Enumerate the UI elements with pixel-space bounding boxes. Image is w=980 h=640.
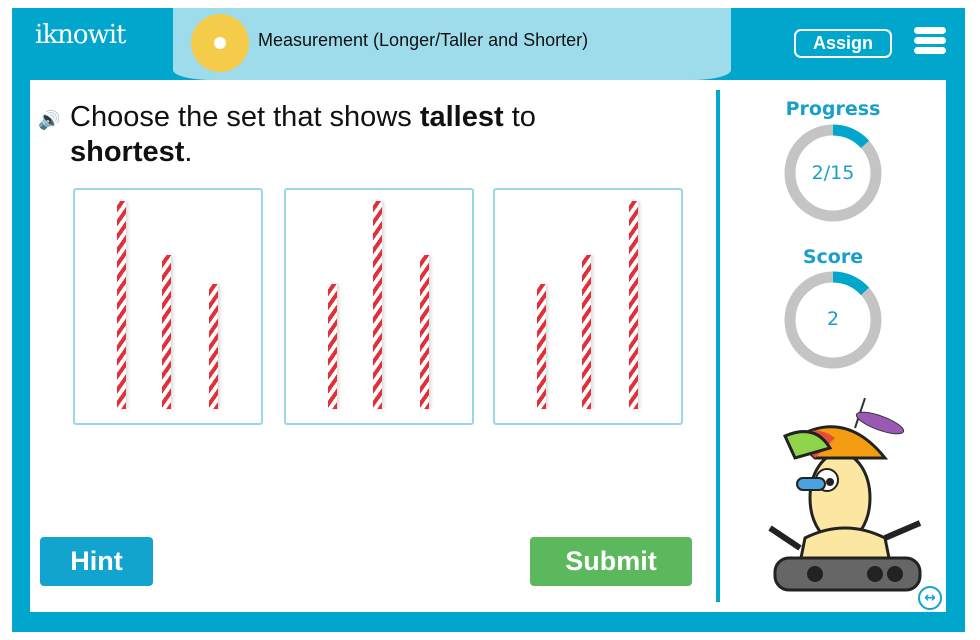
assign-button[interactable]: Assign [794, 29, 892, 58]
question-bold-shortest: shortest [70, 136, 185, 168]
question-middle: to [503, 101, 536, 133]
straw [373, 201, 382, 409]
speaker-icon[interactable]: 🔊 [38, 110, 60, 131]
straw [117, 201, 126, 409]
topic-icon [191, 14, 249, 72]
answer-option-1[interactable] [73, 188, 263, 425]
lesson-title: Measurement (Longer/Taller and Shorter) [258, 30, 589, 50]
question-prefix: Choose the set that shows [70, 101, 420, 133]
hamburger-icon[interactable] [914, 27, 946, 55]
answer-option-2[interactable] [284, 188, 474, 425]
submit-button[interactable]: Submit [530, 537, 692, 586]
divider [716, 90, 720, 602]
score-value: 2 [826, 308, 840, 330]
straw [420, 255, 429, 409]
straw [537, 284, 546, 409]
question-suffix: . [184, 136, 193, 168]
answer-option-3[interactable] [493, 188, 683, 425]
swap-arrows-icon[interactable]: ↔ [918, 586, 942, 610]
logo: iknowit [35, 20, 126, 50]
straw [629, 201, 638, 409]
robot-mascot [768, 398, 922, 592]
score-label: Score [802, 246, 864, 268]
straw [582, 255, 591, 409]
progress-label: Progress [785, 98, 881, 120]
question-bold-tallest: tallest [419, 101, 504, 133]
straw [162, 255, 171, 409]
progress-value: 2/15 [811, 162, 855, 184]
question-text: Choose the set that shows tallest to sho… [70, 100, 670, 170]
hint-button[interactable]: Hint [40, 537, 153, 586]
straw [209, 284, 218, 409]
straw [328, 284, 337, 409]
